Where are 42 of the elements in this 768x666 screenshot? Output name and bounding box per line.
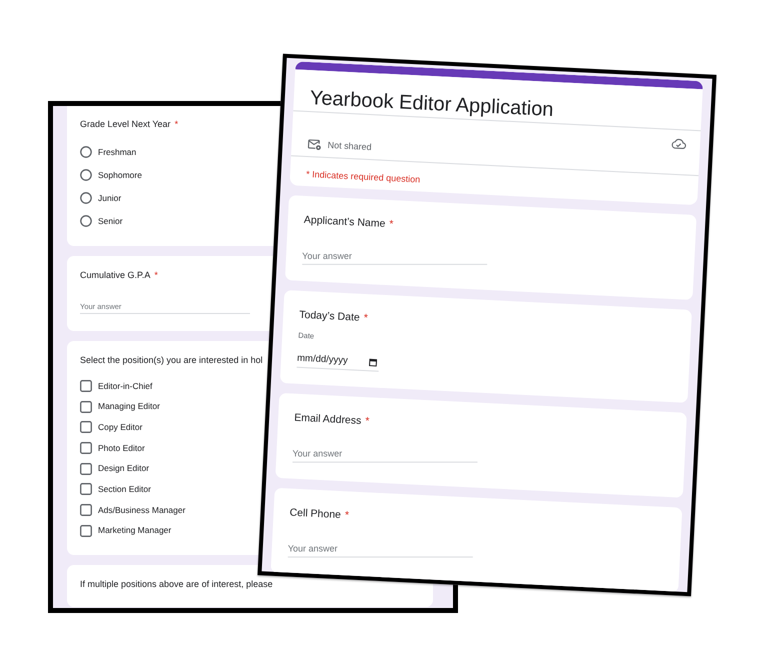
question-title: Cell Phone *: [289, 506, 350, 522]
option-label: Senior: [98, 216, 123, 226]
option-label: Copy Editor: [98, 422, 142, 433]
radio-button[interactable]: [80, 215, 92, 227]
cloud-check-icon: [670, 138, 686, 150]
radio-button[interactable]: [80, 169, 92, 181]
answer-field[interactable]: Your answer: [302, 246, 488, 265]
option-label: Sophomore: [98, 170, 142, 180]
question-title: Grade Level Next Year *: [80, 118, 178, 130]
form-title: Yearbook Editor Application: [309, 86, 554, 122]
calendar-icon: [368, 358, 378, 366]
sharing-status: Not shared: [327, 139, 372, 154]
date-field[interactable]: mm/dd/yyyy: [296, 350, 380, 372]
radio-button[interactable]: [80, 146, 92, 158]
option-label: Freshman: [98, 146, 136, 158]
envelope-icon: [307, 138, 322, 151]
option-label: Ads/Business Manager: [98, 504, 186, 516]
checkbox[interactable]: [80, 524, 92, 537]
checkbox[interactable]: [80, 462, 92, 475]
checkbox[interactable]: [80, 421, 92, 434]
question-title: Applicant’s Name *: [304, 214, 394, 232]
answer-field[interactable]: Your answer: [288, 540, 473, 558]
checkbox[interactable]: [80, 400, 92, 413]
required-note: * Indicates required question: [306, 168, 420, 186]
checkbox[interactable]: [80, 483, 92, 496]
option-label: Section Editor: [98, 484, 151, 495]
radio-button[interactable]: [80, 192, 92, 204]
answer-field[interactable]: Your answer: [292, 444, 478, 463]
option-label: Managing Editor: [98, 401, 160, 412]
question-title: Today’s Date *: [298, 308, 368, 326]
option-label: Junior: [98, 192, 122, 204]
option-label: Editor-in-Chief: [98, 380, 152, 392]
question-title: Email Address *: [294, 412, 370, 428]
question-title: Select the position(s) you are interested in hol: [80, 354, 263, 366]
option-label: Marketing Manager: [98, 525, 172, 536]
checkbox[interactable]: [80, 504, 92, 516]
question-title: Cumulative G.P.A *: [80, 269, 158, 281]
checkbox[interactable]: [80, 380, 92, 392]
option-label: Photo Editor: [98, 442, 145, 454]
checkbox[interactable]: [80, 442, 92, 454]
option-label: Design Editor: [98, 463, 150, 474]
question-title: If multiple positions above are of interest, please: [80, 578, 273, 590]
